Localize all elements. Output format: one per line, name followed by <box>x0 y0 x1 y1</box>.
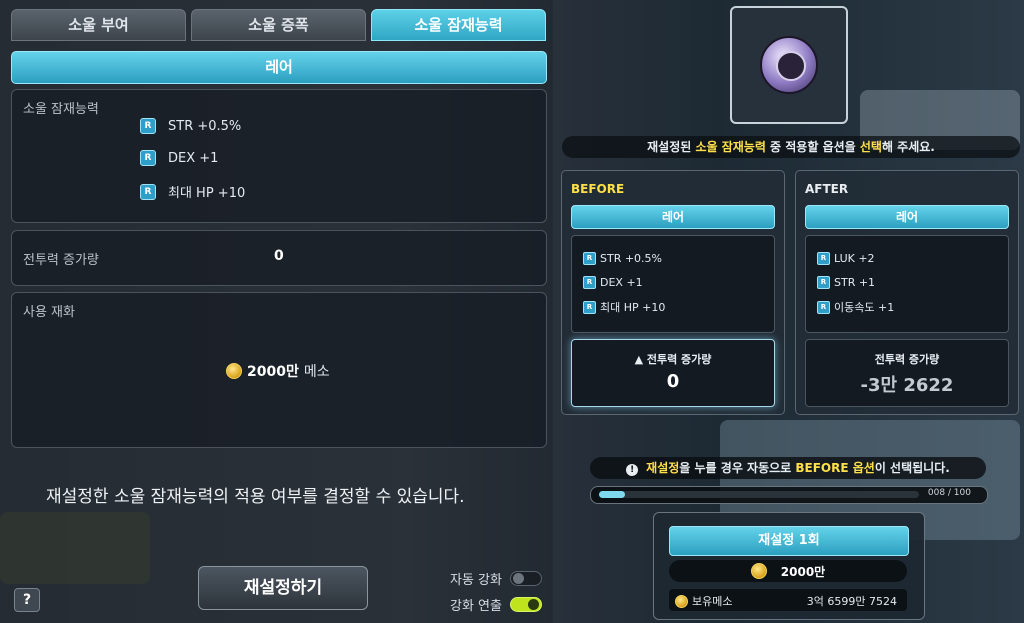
combat-power-box: 전투력 증가량 0 <box>11 230 547 286</box>
potential-label: 소울 잠재능력 <box>23 102 99 117</box>
instruction-text: 재설정된 소울 잠재능력 중 적용할 옵션을 선택해 주세요. <box>562 136 1020 158</box>
cost-box: 사용 재화 2000만 메소 <box>11 292 547 448</box>
rare-badge-icon: R <box>817 252 830 265</box>
combat-power-label: 전투력 증가량 <box>23 253 99 268</box>
before-grade: 레어 <box>571 205 775 229</box>
warning-text: ! 재설정을 누를 경우 자동으로 BEFORE 옵션이 선택됩니다. <box>590 457 986 479</box>
rare-badge-icon: R <box>140 118 156 134</box>
owned-meso-label-wrap: 보유메소 <box>675 593 732 609</box>
after-option: R LUK +2 <box>817 252 875 265</box>
soul-orb-icon <box>760 36 818 94</box>
toggle-knob <box>527 599 539 610</box>
after-option: R 이동속도 +1 <box>817 299 894 315</box>
tab-soul-grant[interactable]: 소울 부여 <box>11 9 186 41</box>
meso-coin-icon <box>675 594 688 608</box>
after-option-text: STR +1 <box>834 276 876 289</box>
reset-cost-amount: 2000만 <box>780 564 826 579</box>
before-title: BEFORE <box>571 182 625 196</box>
warning-highlight: BEFORE 옵션 <box>795 461 875 475</box>
reset-once-button[interactable]: 재설정 1회 <box>669 526 909 556</box>
cost-amount: 2000만 <box>247 364 299 380</box>
rare-badge-icon: R <box>583 252 596 265</box>
toggle-knob <box>512 573 524 584</box>
tab-soul-amplify[interactable]: 소울 증폭 <box>191 9 366 41</box>
rare-badge-icon: R <box>140 183 156 200</box>
owned-meso-value: 3억 6599만 7524 <box>806 595 897 608</box>
auto-enhance-row: 자동 강화 <box>450 569 542 588</box>
notice-text: 재설정한 소울 잠재능력의 적용 여부를 결정할 수 있습니다. <box>46 487 465 507</box>
before-option-text: 최대 HP +10 <box>600 301 666 314</box>
instruction-highlight: 선택 <box>859 140 882 154</box>
enhance-chain-row: 강화 연출 <box>450 595 542 614</box>
owned-meso-row: 보유메소 3억 6599만 7524 <box>669 589 907 611</box>
cost-unit: 메소 <box>303 364 330 380</box>
instruction-mid: 중 적용할 옵션을 <box>765 140 860 154</box>
potential-option: R STR +0.5% <box>140 118 241 134</box>
progress-text: 008 / 100 <box>927 488 971 498</box>
meso-coin-icon <box>226 363 242 379</box>
after-options: R LUK +2 R STR +1 R 이동속도 +1 <box>805 235 1009 333</box>
before-option: R DEX +1 <box>583 276 643 289</box>
rare-badge-icon: R <box>140 150 156 166</box>
potential-box: 소울 잠재능력 R STR +0.5% R DEX +1 R 최대 HP +10 <box>11 89 547 223</box>
enhance-chain-toggle[interactable] <box>509 597 542 612</box>
potential-option: R 최대 HP +10 <box>140 182 245 201</box>
potential-option: R DEX +1 <box>140 150 218 166</box>
before-cp-label: ▲ 전투력 증가량 <box>634 353 712 366</box>
soul-portrait-icon <box>776 51 806 81</box>
before-option: R STR +0.5% <box>583 252 662 265</box>
after-option-text: LUK +2 <box>834 252 875 265</box>
before-cp-value: 0 <box>666 371 680 392</box>
rare-badge-icon: R <box>817 300 830 314</box>
before-option-text: DEX +1 <box>600 276 643 289</box>
auto-enhance-toggle[interactable] <box>509 571 542 586</box>
warning-highlight: 재설정 <box>646 461 680 475</box>
rare-badge-icon: R <box>817 276 830 289</box>
instruction-highlight: 소울 잠재능력 <box>695 140 766 154</box>
potential-option-text: 최대 HP +10 <box>168 186 246 201</box>
cost-label: 사용 재화 <box>23 305 75 320</box>
after-column[interactable]: AFTER 레어 R LUK +2 R STR +1 R 이동속도 +1 전투력 증가… <box>795 170 1019 415</box>
instruction-post: 해 주세요. <box>881 140 935 154</box>
after-title: AFTER <box>805 182 849 196</box>
rare-badge-icon: R <box>583 300 596 314</box>
cost-display: 2000만 메소 <box>226 361 330 381</box>
progress-track <box>599 491 919 498</box>
reset-progress: 008 / 100 <box>590 486 988 504</box>
warning-mid: 을 누를 경우 자동으로 <box>679 461 796 475</box>
grade-bar: 레어 <box>11 51 547 84</box>
potential-option-text: DEX +1 <box>168 150 219 166</box>
combat-power-value: 0 <box>274 248 284 264</box>
after-grade: 레어 <box>805 205 1009 229</box>
before-column[interactable]: BEFORE 레어 R STR +0.5% R DEX +1 R 최대 HP +10 … <box>561 170 785 415</box>
soul-item-slot <box>730 6 848 124</box>
before-option-text: STR +0.5% <box>600 252 663 265</box>
progress-fill <box>599 491 625 498</box>
warning-post: 이 선택됩니다. <box>874 461 950 475</box>
reset-cost-panel: 재설정 1회 2000만 보유메소 3억 6599만 7524 <box>653 512 925 620</box>
rare-badge-icon: R <box>583 276 596 289</box>
before-option: R 최대 HP +10 <box>583 299 665 315</box>
after-cp-label: 전투력 증가량 <box>874 353 940 366</box>
soul-panel: 소울 부여 소울 증폭 소울 잠재능력 레어 소울 잠재능력 R STR +0.… <box>0 0 553 623</box>
after-cp-value: -3만 2622 <box>860 375 954 396</box>
reset-button[interactable]: 재설정하기 <box>198 566 368 610</box>
after-combat-power: 전투력 증가량 -3만 2622 <box>805 339 1009 407</box>
reset-cost-row: 2000만 <box>669 560 907 582</box>
before-options: R STR +0.5% R DEX +1 R 최대 HP +10 <box>571 235 775 333</box>
after-option: R STR +1 <box>817 276 875 289</box>
after-option-text: 이동속도 +1 <box>834 301 895 314</box>
warning-icon: ! <box>626 464 639 476</box>
meso-coin-icon <box>750 563 767 579</box>
instruction-pre: 재설정된 <box>647 140 696 154</box>
before-combat-power: ▲ 전투력 증가량 0 <box>571 339 775 407</box>
tab-soul-potential[interactable]: 소울 잠재능력 <box>371 9 546 41</box>
help-button[interactable]: ? <box>14 588 40 612</box>
owned-meso-label: 보유메소 <box>692 595 733 608</box>
enhance-chain-label: 강화 연출 <box>450 599 502 614</box>
potential-option-text: STR +0.5% <box>168 118 242 134</box>
auto-enhance-label: 자동 강화 <box>450 573 502 588</box>
